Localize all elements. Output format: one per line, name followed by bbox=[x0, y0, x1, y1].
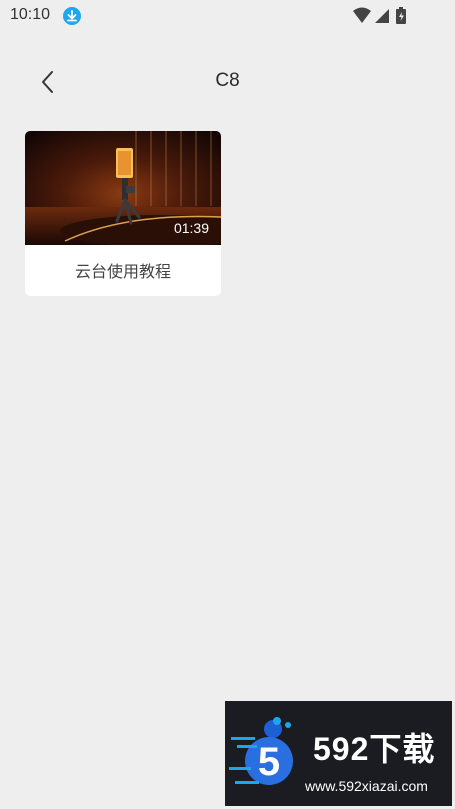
download-icon bbox=[63, 7, 81, 25]
system-status-icons bbox=[353, 6, 423, 26]
brand-logo-digit: 5 bbox=[258, 740, 280, 784]
wifi-icon bbox=[353, 7, 371, 23]
page-title: C8 bbox=[215, 70, 240, 91]
video-card[interactable]: 01:39 云台使用教程 bbox=[25, 131, 221, 296]
watermark-brand: 592下载 bbox=[313, 731, 436, 767]
watermark-url: www.592xiazai.com bbox=[305, 778, 428, 794]
signal-icon bbox=[375, 9, 389, 23]
video-duration: 01:39 bbox=[173, 220, 209, 236]
video-title: 云台使用教程 bbox=[74, 262, 171, 281]
status-bar: 10:10 bbox=[0, 0, 455, 32]
video-thumbnail[interactable]: 01:39 bbox=[25, 131, 221, 245]
brand-logo-icon: 5 bbox=[229, 717, 293, 785]
watermark-logo: 5 592下载 www.592xiazai.com bbox=[225, 701, 452, 806]
battery-charging-icon bbox=[396, 7, 406, 24]
top-app-bar: C8 bbox=[0, 58, 455, 106]
status-time: 10:10 bbox=[10, 6, 51, 23]
